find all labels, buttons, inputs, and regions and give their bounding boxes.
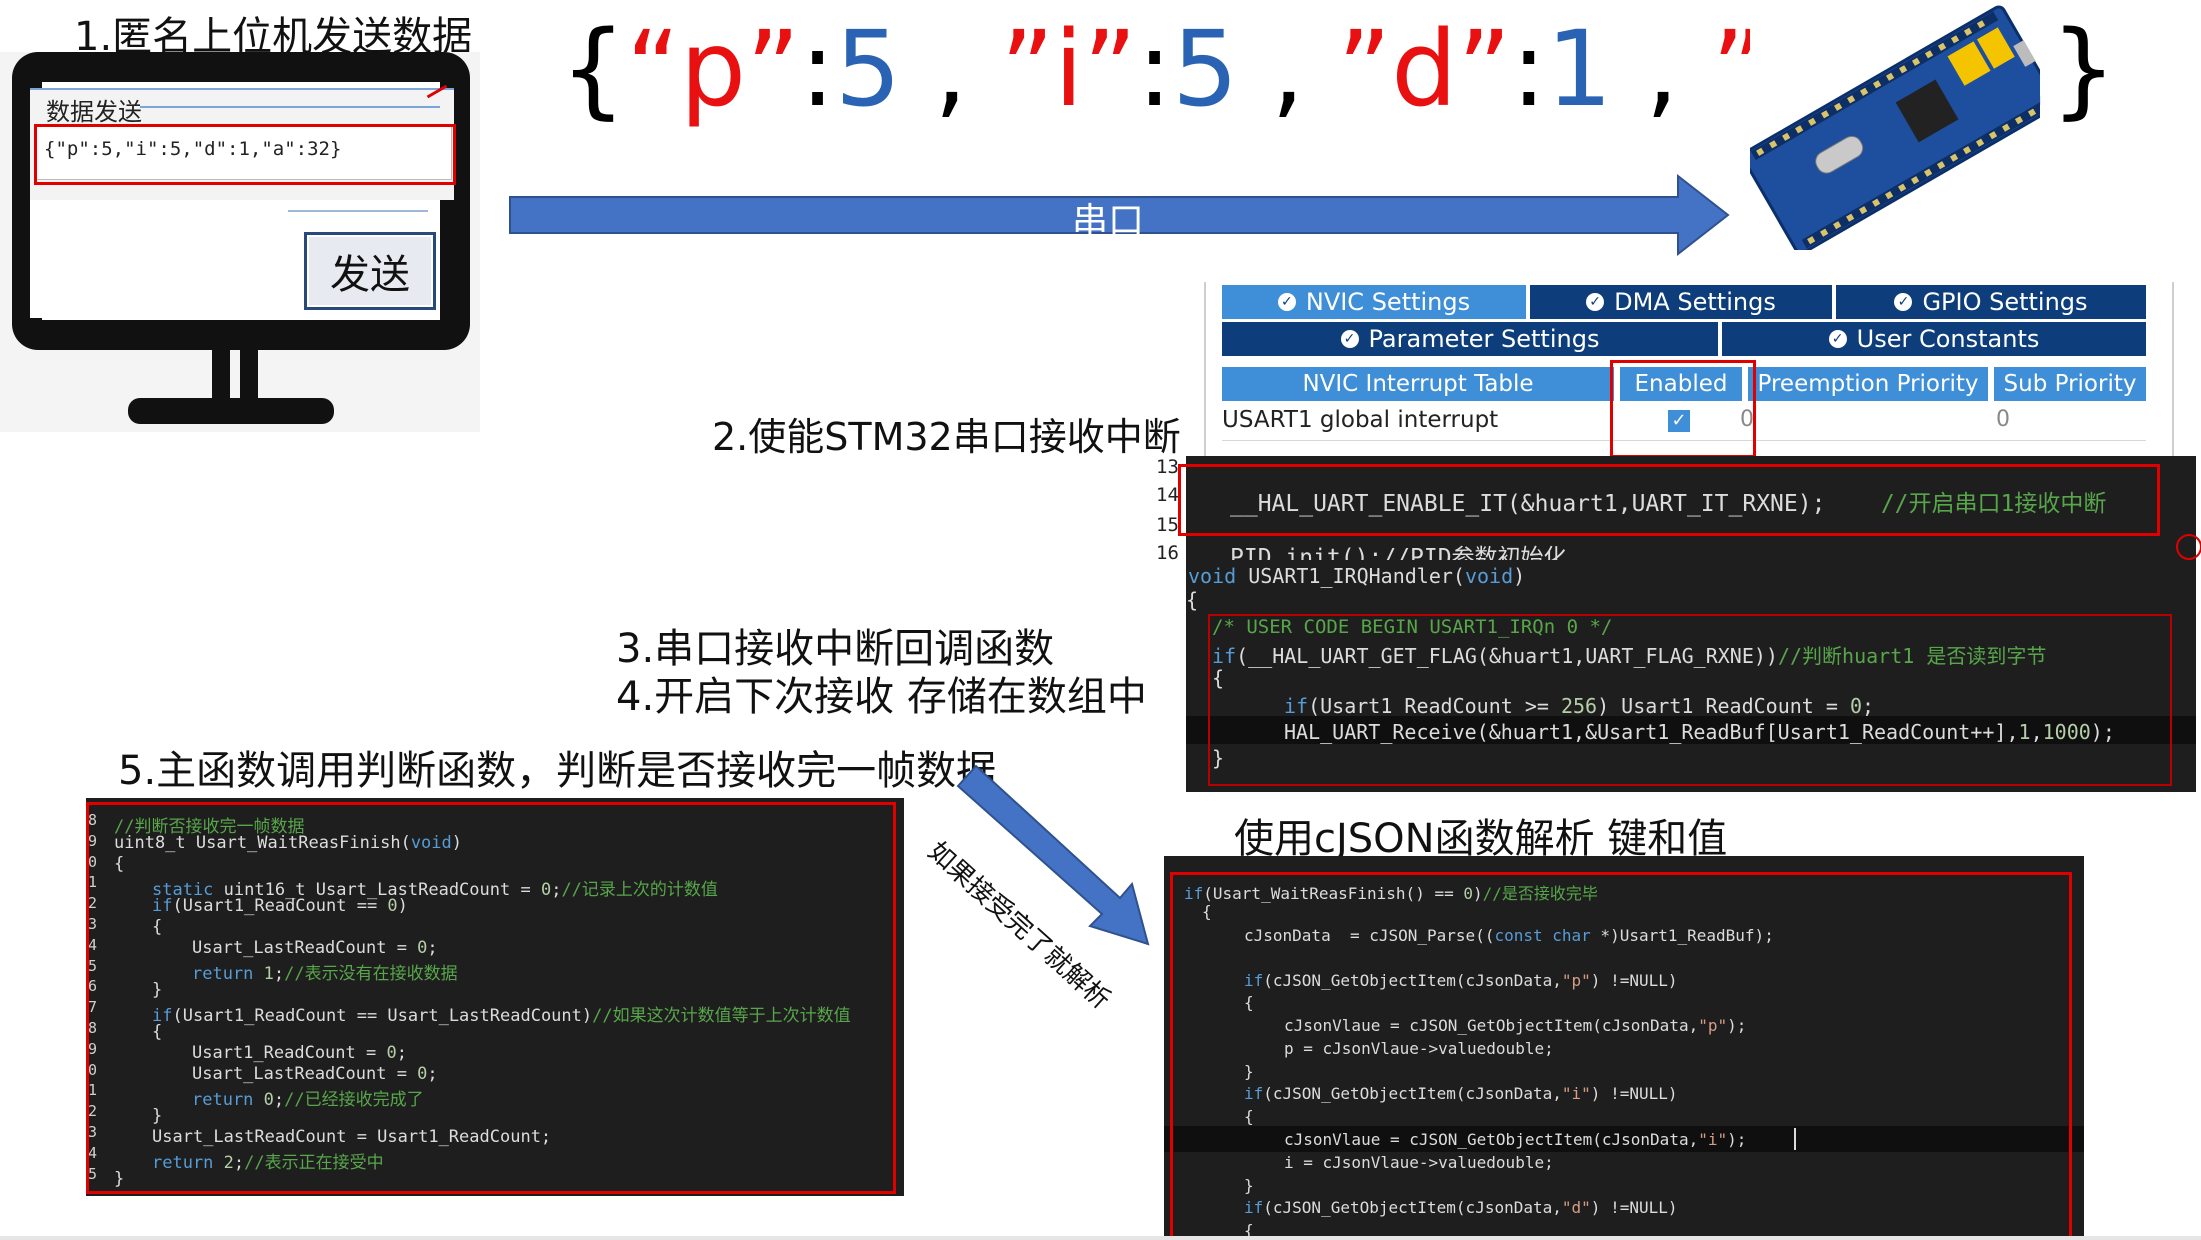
- serial-arrow-label: 串口: [1072, 201, 1145, 242]
- irq-highlight-box: [1208, 614, 2172, 786]
- send-button[interactable]: 发送: [304, 232, 436, 310]
- tab-dma-settings[interactable]: ✓ DMA Settings: [1530, 285, 1832, 319]
- scroll-marker: [2176, 534, 2201, 560]
- wait-finish-highlight: [86, 802, 896, 1194]
- step2-title: 2.使能STM32串口接收中断: [712, 415, 1181, 459]
- col-header-interrupt: NVIC Interrupt Table: [1222, 367, 1614, 401]
- col-header-sub: Sub Priority: [1994, 367, 2146, 401]
- json-key-d: ”d”: [1337, 8, 1512, 130]
- json-comma: ,: [901, 8, 1001, 130]
- json-value-i: 5: [1172, 8, 1239, 130]
- check-circle-icon: ✓: [1277, 293, 1296, 311]
- step4-title: 4.开启下次接收 存储在数组中: [616, 674, 1147, 720]
- interrupt-name: USART1 global interrupt: [1222, 407, 1499, 433]
- step5-title: 5.主函数调用判断函数，判断是否接收完一帧数据: [118, 748, 997, 794]
- json-colon: :: [1137, 8, 1173, 130]
- tab-label: Parameter Settings: [1368, 325, 1600, 353]
- tab-user-constants[interactable]: ✓ User Constants: [1722, 322, 2146, 356]
- stm32-board-image: [1750, 0, 2040, 250]
- check-circle-icon: ✓: [1586, 293, 1605, 311]
- code-text: USART1_IRQHandler(: [1236, 564, 1465, 588]
- json-value-d: 1: [1546, 8, 1613, 130]
- code-text: ): [1513, 564, 1526, 588]
- bottom-edge-line: [0, 1236, 2201, 1240]
- tab-gpio-settings[interactable]: ✓ GPIO Settings: [1836, 285, 2146, 319]
- json-close-brace: }: [2050, 8, 2117, 130]
- panel-top-line: [30, 88, 454, 90]
- input-highlight-box: [34, 124, 456, 185]
- tab-label: NVIC Settings: [1305, 288, 1471, 316]
- enable-code-highlight: [1178, 464, 2160, 536]
- monitor-base: [128, 398, 334, 424]
- json-colon: :: [799, 8, 835, 130]
- tab-label: DMA Settings: [1614, 288, 1776, 316]
- json-value-p: 5: [835, 8, 902, 130]
- json-colon: :: [1511, 8, 1547, 130]
- send-area-line: [288, 210, 428, 212]
- json-comma: ,: [1612, 8, 1712, 130]
- code-kw: void: [1188, 564, 1237, 588]
- json-key-p: “p”: [626, 8, 800, 130]
- panel-title: 数据发送: [46, 98, 142, 126]
- json-key-i: ”i”: [1000, 8, 1138, 130]
- tab-nvic-settings[interactable]: ✓ NVIC Settings: [1222, 285, 1526, 319]
- line-number: 14: [1156, 484, 1179, 506]
- line-number: 13: [1156, 456, 1179, 478]
- line-number: 15: [1156, 514, 1179, 536]
- code-kw: void: [1464, 564, 1514, 588]
- json-open-brace: {: [560, 8, 627, 130]
- check-circle-icon: ✓: [1340, 330, 1359, 348]
- code-line-partial: PID_init();//PID参数初始化: [1230, 545, 1567, 560]
- cjson-highlight: [1170, 872, 2072, 1239]
- check-circle-icon: ✓: [1894, 293, 1913, 311]
- json-comma: ,: [1238, 8, 1338, 130]
- tab-parameter-settings[interactable]: ✓ Parameter Settings: [1222, 322, 1718, 356]
- code-text: {: [1186, 588, 1199, 612]
- sub-priority-value[interactable]: 0: [1996, 407, 2010, 432]
- col-header-preemption: Preemption Priority: [1748, 367, 1988, 401]
- enabled-highlight-box: [1610, 360, 1756, 458]
- tab-label: User Constants: [1856, 325, 2040, 353]
- tab-label: GPIO Settings: [1922, 288, 2088, 316]
- monitor-neck: [212, 348, 230, 400]
- parse-arrow: [956, 764, 1150, 946]
- panel-divider-line: [140, 106, 440, 108]
- check-circle-icon: ✓: [1828, 330, 1847, 348]
- monitor-neck-right: [240, 348, 258, 400]
